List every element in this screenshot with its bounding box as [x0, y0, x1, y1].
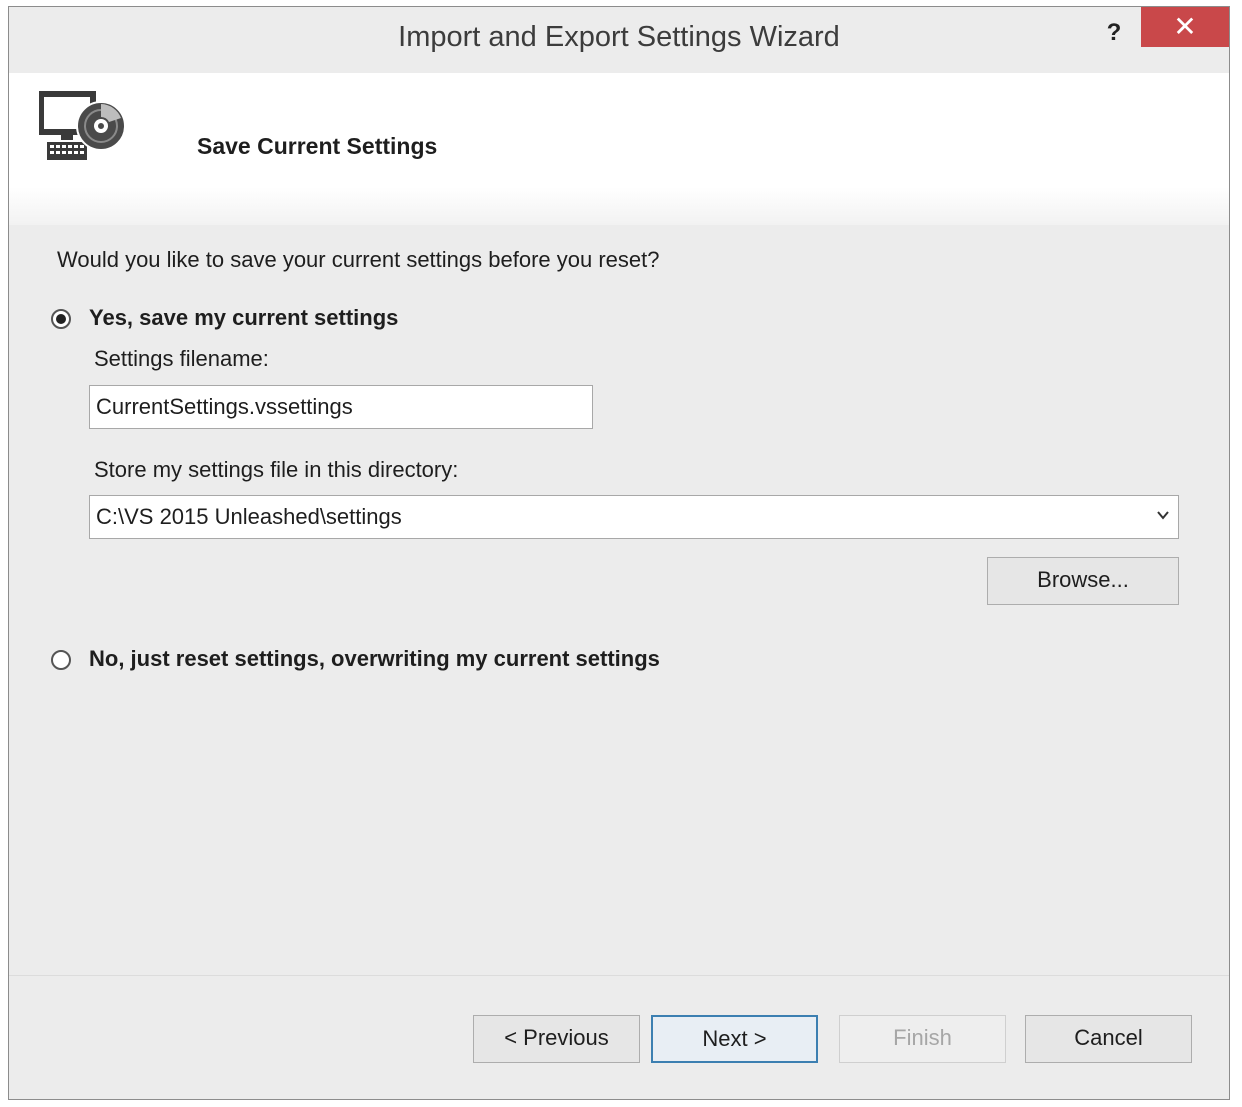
header-panel: Save Current Settings: [9, 73, 1229, 225]
close-icon: ✕: [1173, 11, 1197, 42]
cancel-button[interactable]: Cancel: [1025, 1015, 1192, 1063]
radio-selected-dot: [56, 314, 66, 324]
footer-divider: [9, 975, 1229, 976]
directory-label: Store my settings file in this directory…: [94, 457, 459, 482]
finish-button[interactable]: Finish: [839, 1015, 1006, 1063]
page-title: Save Current Settings: [197, 133, 438, 159]
computer-disc-icon: [39, 91, 126, 160]
filename-label: Settings filename:: [94, 346, 269, 371]
title-bar: Import and Export Settings Wizard ? ✕: [9, 7, 1229, 73]
wizard-window: Import and Export Settings Wizard ? ✕ Sa…: [8, 6, 1230, 1100]
filename-input[interactable]: [89, 385, 593, 429]
reset-settings-radio[interactable]: [51, 650, 71, 670]
previous-button[interactable]: < Previous: [473, 1015, 640, 1063]
directory-value: C:\VS 2015 Unleashed\settings: [96, 504, 402, 529]
save-settings-label[interactable]: Yes, save my current settings: [89, 305, 398, 331]
next-button[interactable]: Next >: [651, 1015, 818, 1063]
save-settings-radio[interactable]: [51, 309, 71, 329]
directory-combobox[interactable]: C:\VS 2015 Unleashed\settings: [89, 495, 1179, 539]
question-text: Would you like to save your current sett…: [57, 247, 660, 272]
chevron-down-icon[interactable]: [1156, 508, 1170, 522]
browse-button[interactable]: Browse...: [987, 557, 1179, 605]
help-button[interactable]: ?: [1099, 15, 1129, 55]
wizard-content: Would you like to save your current sett…: [9, 225, 1229, 975]
reset-settings-label[interactable]: No, just reset settings, overwriting my …: [89, 646, 660, 672]
window-title: Import and Export Settings Wizard: [398, 21, 840, 53]
close-button[interactable]: ✕: [1141, 7, 1229, 47]
